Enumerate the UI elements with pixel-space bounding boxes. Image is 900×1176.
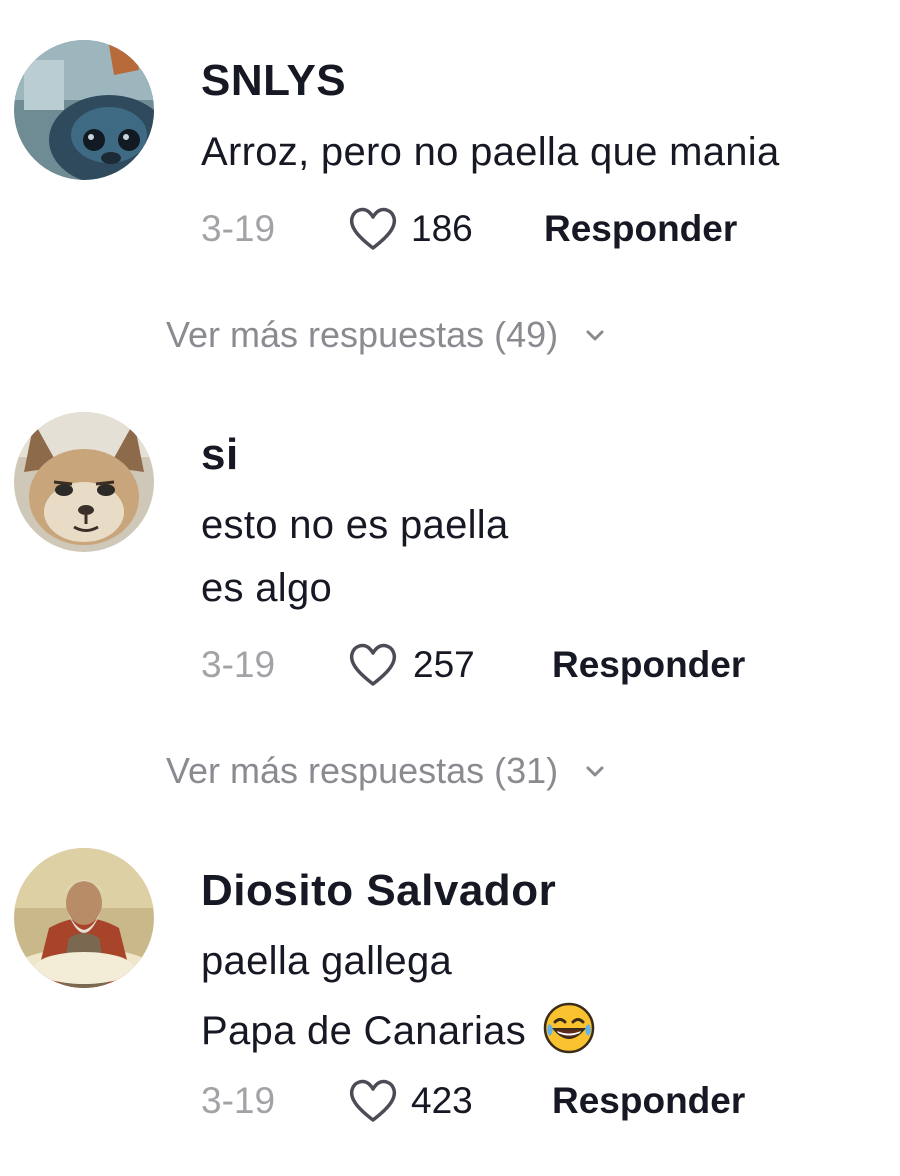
like-count: 257 <box>413 644 475 685</box>
like-count: 423 <box>411 1080 473 1121</box>
tears-of-joy-emoji-icon <box>544 1002 595 1054</box>
comment-text: esto no es paella <box>201 503 509 547</box>
username[interactable]: si <box>201 430 239 480</box>
caracal-avatar-icon <box>14 412 154 552</box>
reply-button[interactable]: Responder <box>544 208 737 250</box>
comment-date: 3-19 <box>201 644 276 685</box>
avatar[interactable] <box>14 848 154 988</box>
chevron-down-icon <box>586 330 604 341</box>
view-more-replies-button[interactable]: Ver más respuestas (31) <box>166 750 610 792</box>
view-more-replies-label: Ver más respuestas (31) <box>166 750 559 791</box>
avatar[interactable] <box>14 412 154 552</box>
comment-date: 3-19 <box>201 1080 276 1121</box>
heart-icon[interactable] <box>346 1076 400 1126</box>
chevron-down-icon <box>586 766 604 777</box>
comment-text: es algo <box>201 566 333 610</box>
view-more-replies-label: Ver más respuestas (49) <box>166 314 559 355</box>
comment-meta: 3-19 423 Responder <box>201 1079 851 1130</box>
comment-text-content: Papa de Canarias <box>201 1009 527 1053</box>
view-more-replies-button[interactable]: Ver más respuestas (49) <box>166 314 610 356</box>
comment-text: paella gallega <box>201 939 453 983</box>
comment-meta: 3-19 186 Responder <box>201 207 851 258</box>
heart-icon[interactable] <box>346 204 400 254</box>
stitch-avatar-icon <box>14 40 154 180</box>
comment-meta: 3-19 257 Responder <box>201 643 851 694</box>
comment-text: Papa de Canarias <box>201 1002 595 1054</box>
comment-text: Arroz, pero no paella que mania <box>201 130 780 174</box>
reply-button[interactable]: Responder <box>552 644 745 686</box>
avatar[interactable] <box>14 40 154 180</box>
reply-button[interactable]: Responder <box>552 1080 745 1122</box>
god-painting-avatar-icon <box>14 848 154 988</box>
like-count: 186 <box>411 208 473 249</box>
comment-date: 3-19 <box>201 208 276 249</box>
username[interactable]: Diosito Salvador <box>201 866 556 916</box>
heart-icon[interactable] <box>346 640 400 690</box>
username[interactable]: SNLYS <box>201 56 346 106</box>
